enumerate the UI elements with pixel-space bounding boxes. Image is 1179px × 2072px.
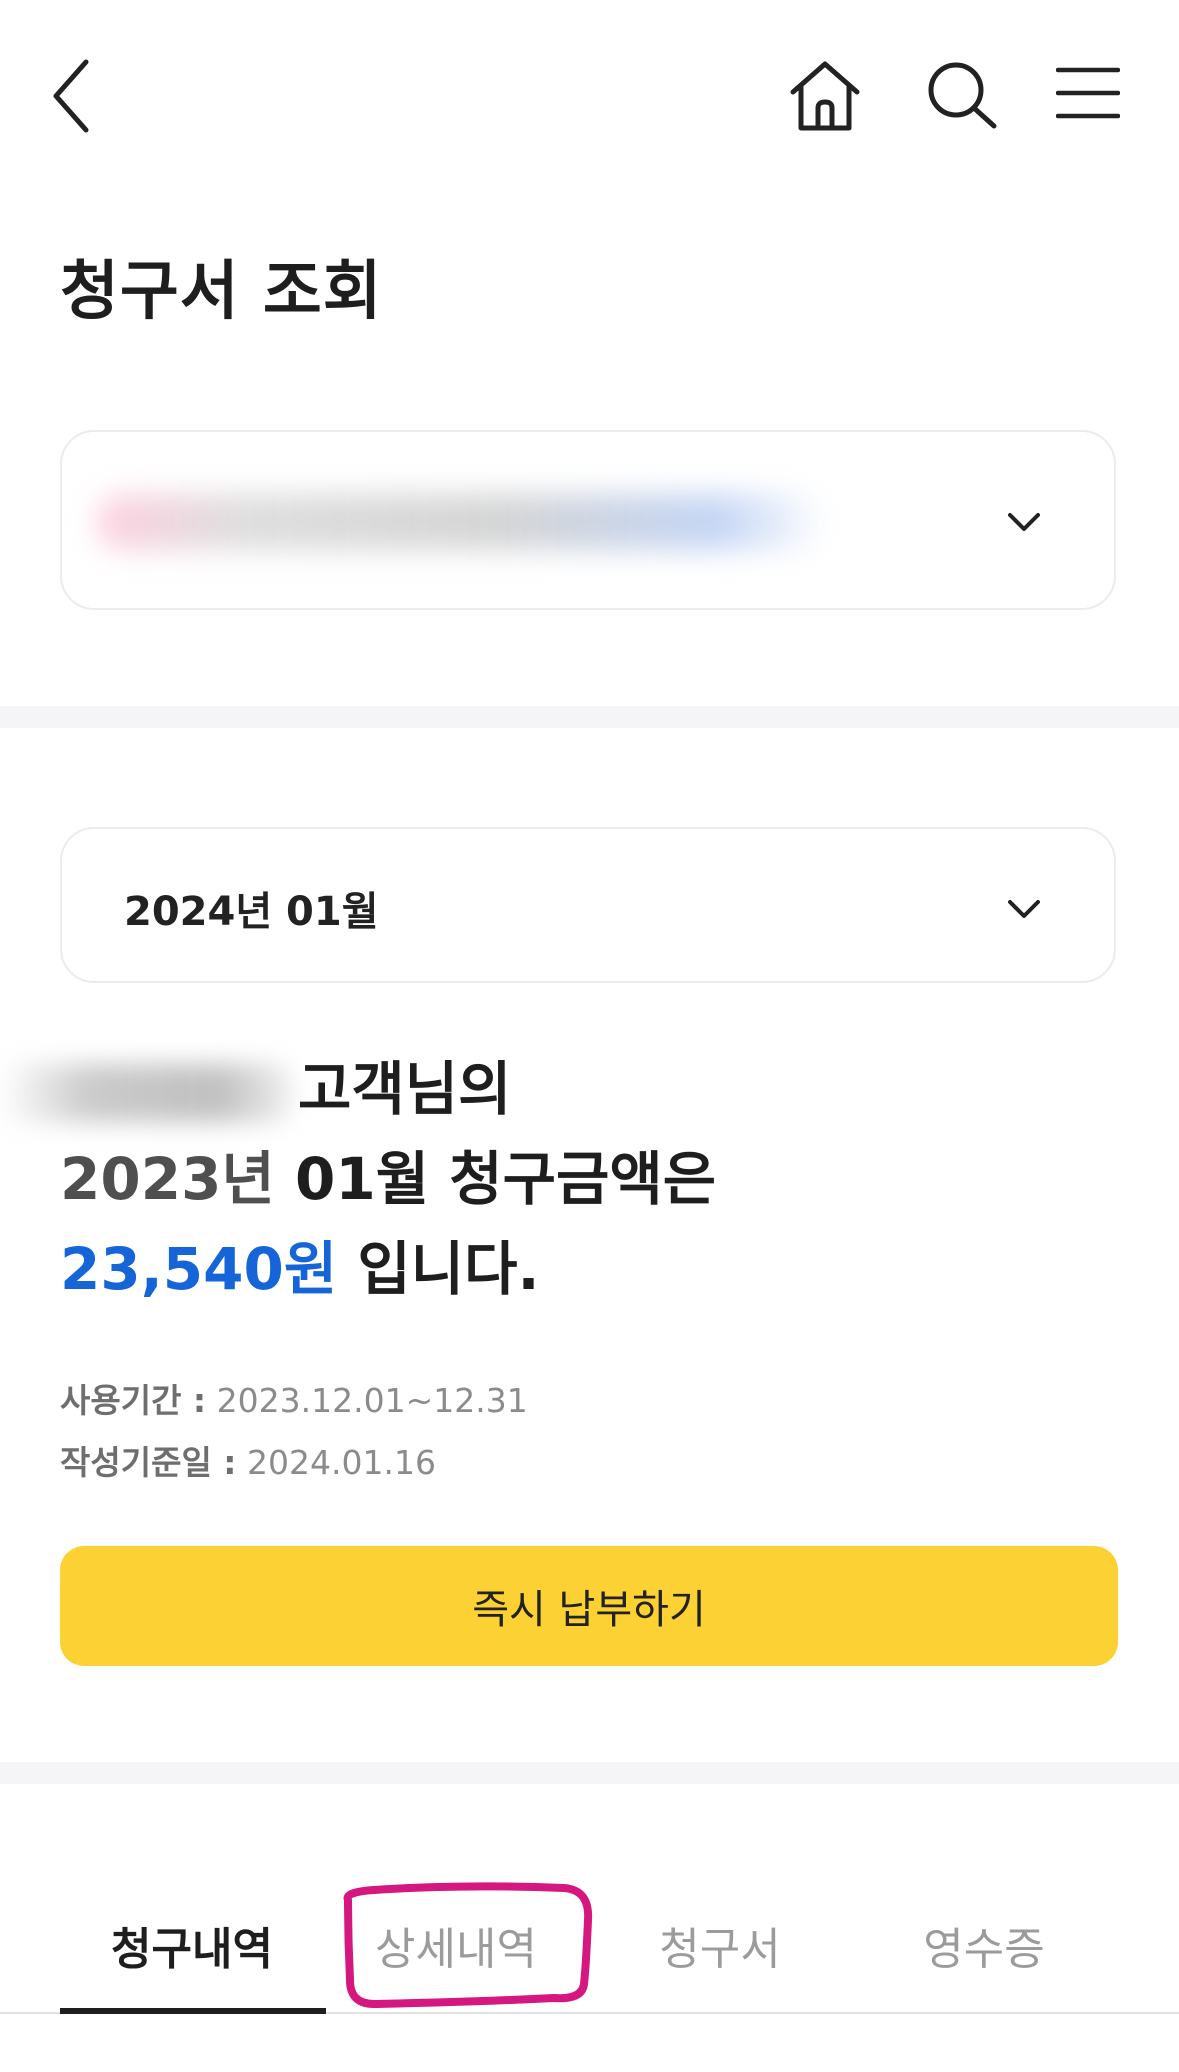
section-divider	[0, 1762, 1179, 1784]
billing-amount: 23,540원	[60, 1235, 338, 1303]
back-chevron-icon[interactable]	[48, 56, 98, 136]
usage-period-value: 2023.12.01~12.31	[206, 1381, 528, 1420]
tab-receipt[interactable]: 영수증	[852, 1880, 1116, 2010]
home-icon[interactable]	[785, 58, 865, 134]
amount-line: 23,540원 입니다.	[60, 1224, 716, 1314]
tab-details[interactable]: 상세내역	[324, 1880, 588, 2010]
account-select[interactable]	[60, 430, 1116, 610]
account-value-redacted	[96, 494, 826, 550]
hamburger-menu-icon[interactable]	[1056, 66, 1120, 120]
period-year: 2023년	[60, 1145, 275, 1213]
customer-suffix: 고객님의	[298, 1055, 512, 1123]
page-title: 청구서 조회	[60, 255, 383, 329]
usage-period: 사용기간 : 2023.12.01~12.31	[60, 1374, 528, 1422]
amount-suffix: 입니다.	[337, 1235, 540, 1303]
creation-date: 작성기준일 : 2024.01.16	[60, 1436, 436, 1484]
search-icon[interactable]	[922, 58, 1002, 130]
tab-billing-history[interactable]: 청구내역	[60, 1880, 324, 2010]
tab-invoice[interactable]: 청구서	[588, 1880, 852, 2010]
billing-month-value: 2024년 01월	[124, 889, 379, 935]
pay-now-button[interactable]: 즉시 납부하기	[60, 1546, 1118, 1666]
billing-summary: 고객님의 2023년 01월 청구금액은 23,540원 입니다.	[0, 1044, 716, 1314]
chevron-down-icon	[1008, 513, 1040, 531]
active-tab-indicator	[60, 2008, 326, 2014]
chevron-down-icon	[1008, 900, 1040, 918]
creation-date-label: 작성기준일 :	[60, 1443, 237, 1482]
creation-date-value: 2024.01.16	[236, 1443, 436, 1482]
customer-greeting-line: 고객님의	[0, 1044, 716, 1134]
section-divider	[0, 706, 1179, 728]
period-month-text: 01월 청구금액은	[274, 1145, 717, 1213]
period-line: 2023년 01월 청구금액은	[60, 1134, 716, 1224]
top-navigation-bar	[0, 0, 1179, 190]
usage-period-label: 사용기간 :	[60, 1381, 207, 1420]
billing-tabs: 청구내역 상세내역 청구서 영수증	[60, 1880, 1116, 2010]
customer-name-redacted	[0, 1063, 292, 1122]
billing-month-select[interactable]: 2024년 01월	[60, 827, 1116, 983]
